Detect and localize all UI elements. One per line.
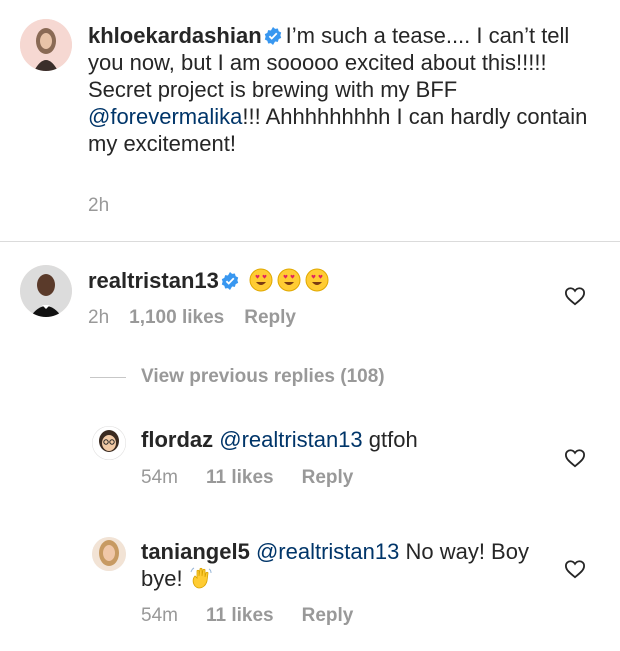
tristan-avatar-image	[20, 265, 72, 317]
comment-time: 2h	[88, 307, 110, 328]
caption-time: 2h	[88, 195, 110, 216]
reply-username-flordaz[interactable]: flordaz	[141, 427, 213, 452]
reply-likes-taniangel5[interactable]: 11 likes	[206, 605, 274, 626]
caption-text: khloekardashian I’m such a tease.... I ca…	[88, 22, 588, 157]
heart-eyes-emoji-icon	[277, 268, 301, 292]
reply-likes-flordaz[interactable]: 11 likes	[206, 467, 274, 488]
divider	[0, 241, 620, 242]
replies-line	[90, 377, 126, 378]
caption-avatar[interactable]	[20, 19, 72, 71]
caption-username[interactable]: khloekardashian	[88, 23, 262, 48]
comment-meta: 2h 1,100 likes Reply	[88, 307, 296, 329]
reply-reply-button-taniangel5[interactable]: Reply	[302, 605, 354, 626]
reply-avatar-flordaz[interactable]	[92, 426, 126, 460]
reply-avatar-taniangel5[interactable]	[92, 537, 126, 571]
verified-badge-icon	[264, 27, 282, 45]
reply-mention-flordaz[interactable]: @realtristan13	[219, 427, 362, 452]
reply-username-taniangel5[interactable]: taniangel5	[141, 539, 250, 564]
reply-meta-flordaz: 54m 11 likes Reply	[141, 467, 353, 489]
reply-body-flordaz: gtfoh	[362, 427, 418, 452]
heart-eyes-emoji-icon	[249, 268, 273, 292]
taniangel5-avatar-image	[92, 537, 126, 571]
comment-likes[interactable]: 1,100 likes	[129, 307, 224, 328]
reply-time-flordaz: 54m	[141, 467, 178, 488]
reply-like-heart-icon-taniangel5[interactable]	[564, 559, 586, 579]
waving-hand-emoji-icon	[189, 566, 213, 590]
reply-text-taniangel5: taniangel5 @realtristan13 No way! Boy by…	[141, 538, 541, 592]
comment-text: realtristan13	[88, 267, 528, 294]
comment-avatar[interactable]	[20, 265, 72, 317]
flordaz-avatar-image	[92, 426, 126, 460]
view-previous-replies-button[interactable]: View previous replies (108)	[141, 366, 385, 388]
khloe-avatar-image	[20, 19, 72, 71]
reply-like-heart-icon-flordaz[interactable]	[564, 448, 586, 468]
reply-text-flordaz: flordaz @realtristan13 gtfoh	[141, 426, 541, 453]
comment-username[interactable]: realtristan13	[88, 268, 219, 293]
reply-mention-taniangel5[interactable]: @realtristan13	[256, 539, 399, 564]
verified-badge-icon	[221, 272, 239, 290]
caption-mention[interactable]: @forevermalika	[88, 104, 242, 129]
reply-meta-taniangel5: 54m 11 likes Reply	[141, 605, 353, 627]
heart-eyes-emoji-icon	[305, 268, 329, 292]
reply-reply-button-flordaz[interactable]: Reply	[302, 467, 354, 488]
comment-like-heart-icon[interactable]	[564, 286, 586, 306]
comment-reply-button[interactable]: Reply	[244, 307, 296, 328]
reply-time-taniangel5: 54m	[141, 605, 178, 626]
